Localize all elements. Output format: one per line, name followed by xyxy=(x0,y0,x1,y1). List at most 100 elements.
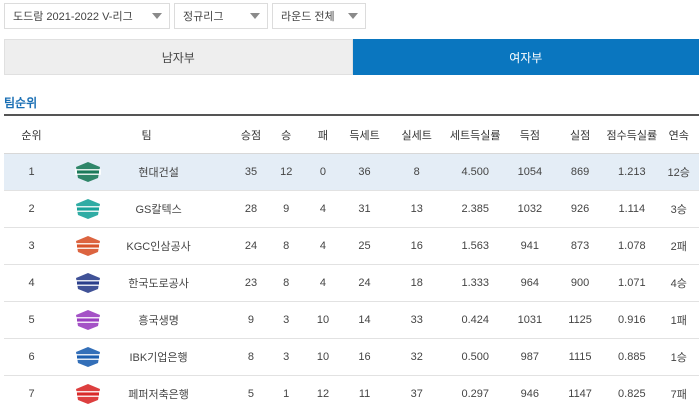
league-type-select-value: 정규리그 xyxy=(183,11,224,23)
wins-cell: 1 xyxy=(283,388,290,400)
points-lost-cell: 900 xyxy=(570,277,590,289)
league-type-select[interactable]: 정규리그 xyxy=(174,3,268,29)
wins-cell: 8 xyxy=(283,240,290,252)
team-name[interactable]: 페퍼저축은행 xyxy=(113,386,234,402)
set-ratio-cell: 1.563 xyxy=(461,240,489,252)
table-row[interactable]: 2 GS칼텍스 28 9 4 31 13 2.385 1032 926 1.114 3승 xyxy=(4,191,699,228)
streak-cell: 1승 xyxy=(670,352,687,364)
header-point-ratio: 점수득실률 xyxy=(606,129,658,142)
rank-cell: 3 xyxy=(28,240,35,252)
chevron-down-icon xyxy=(152,13,162,19)
sets-won-cell: 11 xyxy=(358,388,371,400)
team-logo-icon xyxy=(73,161,103,183)
team-logo-icon xyxy=(73,235,103,257)
wins-cell: 8 xyxy=(283,277,290,289)
header-points-won: 득점 xyxy=(519,129,540,142)
points-lost-cell: 1147 xyxy=(568,388,592,400)
sets-lost-cell: 18 xyxy=(410,277,423,289)
points-cell: 23 xyxy=(244,277,258,289)
streak-cell: 12승 xyxy=(667,167,690,179)
point-ratio-cell: 0.916 xyxy=(618,314,646,326)
table-row[interactable]: 3 KGC인삼공사 24 8 4 25 16 1.563 941 873 1.078 2패 xyxy=(4,228,699,265)
section-title: 팀순위 xyxy=(4,96,38,110)
table-row[interactable]: 6 IBK기업은행 8 3 10 16 32 0.500 987 1115 0.885 1승 xyxy=(4,339,699,376)
table-body: 1 현대건설 35 12 0 36 8 4.500 1054 869 1.213 12승 2 GS칼텍스 2… xyxy=(4,154,699,407)
tab-men[interactable]: 남자부 xyxy=(4,39,353,75)
sets-lost-cell: 33 xyxy=(410,314,423,326)
streak-cell: 7패 xyxy=(670,389,687,401)
wins-cell: 3 xyxy=(283,351,290,363)
points-cell: 24 xyxy=(244,240,258,252)
season-select[interactable]: 도드람 2021-2022 V-리그 xyxy=(4,3,170,29)
team-logo-icon xyxy=(73,346,103,368)
table-row[interactable]: 1 현대건설 35 12 0 36 8 4.500 1054 869 1.213 12승 xyxy=(4,154,699,191)
point-ratio-cell: 1.071 xyxy=(618,277,646,289)
points-won-cell: 946 xyxy=(520,388,540,400)
tab-women[interactable]: 여자부 xyxy=(352,39,699,75)
point-ratio-cell: 1.213 xyxy=(618,166,646,178)
set-ratio-cell: 4.500 xyxy=(461,166,489,178)
header-losses: 패 xyxy=(317,129,329,142)
point-ratio-cell: 0.825 xyxy=(618,388,646,400)
streak-cell: 4승 xyxy=(670,278,687,290)
points-lost-cell: 873 xyxy=(570,240,590,252)
sets-won-cell: 24 xyxy=(358,277,371,289)
table-row[interactable]: 4 한국도로공사 23 8 4 24 18 1.333 964 900 1.071 4승 xyxy=(4,265,699,302)
wins-cell: 3 xyxy=(283,314,290,326)
season-select-value: 도드람 2021-2022 V-리그 xyxy=(13,11,133,23)
header-set-ratio: 세트득실률 xyxy=(449,129,501,142)
set-ratio-cell: 0.297 xyxy=(461,388,489,400)
points-cell: 8 xyxy=(247,351,255,363)
team-logo-icon xyxy=(73,272,103,294)
streak-cell: 1패 xyxy=(670,315,687,327)
points-won-cell: 964 xyxy=(520,277,540,289)
rank-cell: 5 xyxy=(28,314,35,326)
team-cell[interactable]: IBK기업은행 xyxy=(59,346,234,368)
sets-won-cell: 31 xyxy=(358,203,371,215)
set-ratio-cell: 2.385 xyxy=(461,203,489,215)
team-name[interactable]: 한국도로공사 xyxy=(113,275,234,291)
team-cell[interactable]: 현대건설 xyxy=(59,161,234,183)
team-cell[interactable]: KGC인삼공사 xyxy=(59,235,234,257)
header-team: 팀 xyxy=(141,129,152,142)
team-cell[interactable]: GS칼텍스 xyxy=(59,198,234,220)
set-ratio-cell: 0.424 xyxy=(461,314,489,326)
header-wins: 승 xyxy=(281,129,292,142)
table-row[interactable]: 5 흥국생명 9 3 10 14 33 0.424 1031 1125 0.916 1패 xyxy=(4,302,699,339)
table-row[interactable]: 7 페퍼저축은행 5 1 12 11 37 0.297 946 1147 0.825 7패 xyxy=(4,376,699,407)
points-cell: 5 xyxy=(247,388,255,400)
rank-cell: 2 xyxy=(28,203,35,215)
round-select-value: 라운드 전체 xyxy=(281,11,335,23)
point-ratio-cell: 1.114 xyxy=(618,203,646,215)
chevron-down-icon xyxy=(250,13,260,19)
rank-cell: 1 xyxy=(28,166,35,178)
gender-tabs: 남자부 여자부 xyxy=(4,39,699,75)
filter-bar: 도드람 2021-2022 V-리그 정규리그 라운드 전체 xyxy=(4,3,366,29)
points-lost-cell: 1125 xyxy=(568,314,592,326)
round-select[interactable]: 라운드 전체 xyxy=(272,3,366,29)
losses-cell: 4 xyxy=(319,203,327,215)
sets-won-cell: 25 xyxy=(358,240,371,252)
losses-cell: 12 xyxy=(316,388,330,400)
sets-won-cell: 36 xyxy=(358,166,371,178)
rank-cell: 7 xyxy=(28,388,35,400)
points-cell: 9 xyxy=(247,314,255,326)
team-cell[interactable]: 한국도로공사 xyxy=(59,272,234,294)
wins-cell: 9 xyxy=(283,203,290,215)
sets-won-cell: 16 xyxy=(358,351,371,363)
points-won-cell: 1031 xyxy=(517,314,543,326)
team-cell[interactable]: 페퍼저축은행 xyxy=(59,383,234,405)
losses-cell: 10 xyxy=(316,351,330,363)
header-sets-won: 득세트 xyxy=(349,129,380,142)
team-name[interactable]: 흥국생명 xyxy=(113,312,234,328)
points-lost-cell: 926 xyxy=(570,203,590,215)
wins-cell: 12 xyxy=(280,166,293,178)
team-name[interactable]: IBK기업은행 xyxy=(113,349,234,365)
team-cell[interactable]: 흥국생명 xyxy=(59,309,234,331)
team-name[interactable]: KGC인삼공사 xyxy=(113,238,234,254)
rank-cell: 6 xyxy=(28,351,35,363)
team-name[interactable]: GS칼텍스 xyxy=(113,201,234,217)
team-name[interactable]: 현대건설 xyxy=(113,164,234,180)
losses-cell: 4 xyxy=(319,277,327,289)
sets-won-cell: 14 xyxy=(358,314,371,326)
